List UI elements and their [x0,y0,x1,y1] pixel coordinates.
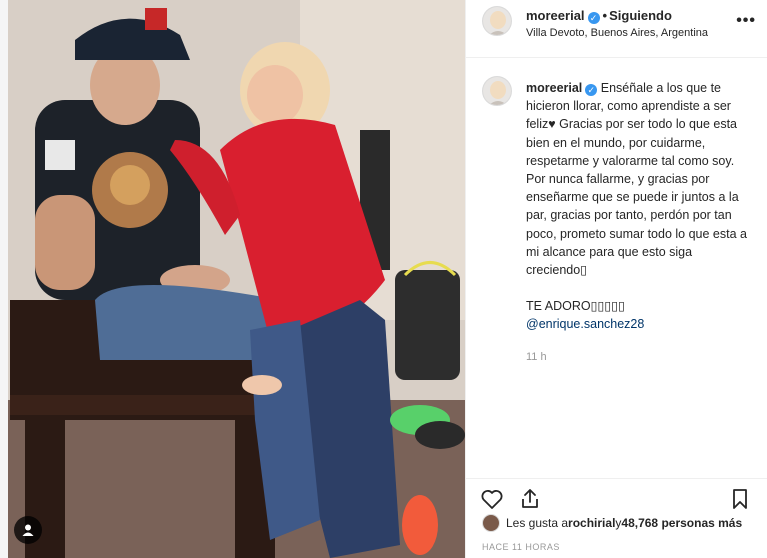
following-button[interactable]: Siguiendo [609,8,672,23]
post-photo-illustration [0,0,465,558]
likes-count-link[interactable]: 48,768 personas más [621,516,742,530]
share-icon[interactable] [518,487,542,511]
mention-link[interactable]: @enrique.sanchez28 [526,315,756,333]
caption-username-link[interactable]: moreerial [526,81,582,95]
header-username-row: moreerial ✓ • Siguiendo [526,8,672,24]
photo-edge [0,0,8,558]
caption: moreerial ✓ Enséñale a los que te hiciero… [526,79,756,366]
bookmark-icon[interactable] [728,487,752,511]
action-bar [466,478,767,512]
liker-username-link[interactable]: rochirial [568,516,615,530]
caption-text: Enséñale a los que te hicieron llorar, c… [526,81,751,278]
post-photo[interactable] [0,0,465,558]
post-time: HACE 11 HORAS [482,542,560,552]
user-tag-icon[interactable] [14,516,42,544]
instagram-post-window: moreerial ✓ • Siguiendo Villa Devoto, Bueno… [0,0,767,558]
post-header: moreerial ✓ • Siguiendo Villa Devoto, Bueno… [466,0,767,58]
post-side-panel: moreerial ✓ • Siguiendo Villa Devoto, Bueno… [465,0,767,558]
liker-avatar[interactable] [482,514,500,532]
caption-timestamp: 11 h [526,350,547,363]
verified-badge-icon: ✓ [585,84,598,96]
comments-area: moreerial ✓ Enséñale a los que te hiciero… [466,58,767,478]
location-link[interactable]: Villa Devoto, Buenos Aires, Argentina [526,27,708,39]
verified-badge-icon: ✓ [587,12,600,24]
heart-icon[interactable] [480,487,504,511]
likes-prefix: Les gusta a [506,516,569,530]
caption-avatar[interactable] [482,76,512,106]
caption-extra-line: TE ADORO▯▯▯▯▯ [526,299,625,314]
separator-dot: • [602,8,608,23]
avatar[interactable] [482,6,512,36]
likes-row: Les gusta a rochirial y 48,768 personas … [482,514,742,532]
username-link[interactable]: moreerial [526,8,585,23]
more-options-icon[interactable]: ••• [736,12,756,30]
